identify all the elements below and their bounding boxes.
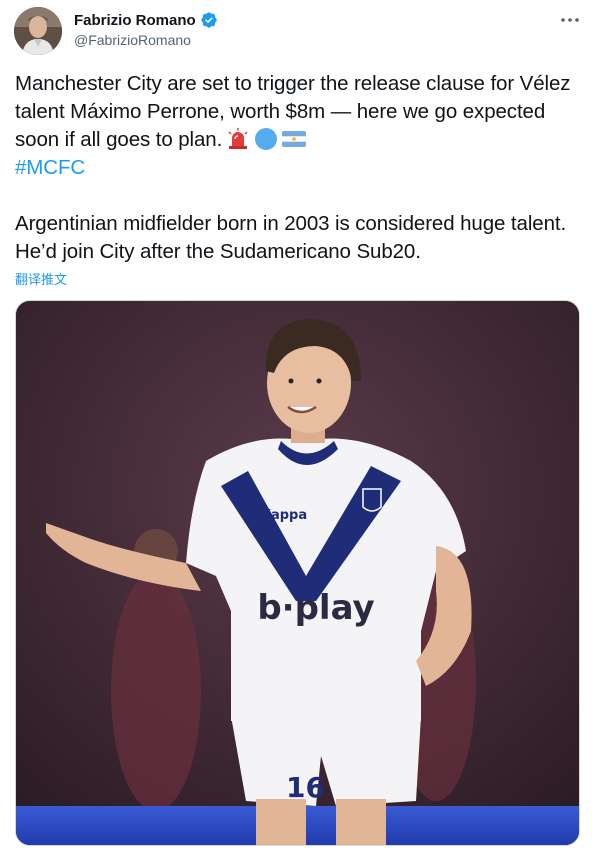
blue-circle-icon [255,128,278,150]
author-name-row: Fabrizio Romano [74,10,218,30]
tweet-card[interactable]: Fabrizio Romano @FabrizioRomano Manchest… [0,0,592,863]
verified-badge-icon [200,12,217,28]
argentina-flag-icon [282,131,307,147]
tweet-paragraph-1: Manchester City are set to trigger the r… [15,70,581,182]
tweet-paragraph-2: Argentinian midfielder born in 2003 is c… [15,212,567,263]
shirt-sponsor-text: b·play [257,588,374,628]
hashtag-mcfc[interactable]: #MCFC [15,156,85,179]
tweet-photo[interactable]: b·play Kappa 16 [15,300,580,846]
avatar[interactable] [14,7,62,55]
translate-tweet-link[interactable]: 翻译推文 [15,269,67,288]
shirt-maker-text: Kappa [261,508,307,523]
author-display-name[interactable]: Fabrizio Romano [74,12,196,29]
more-options-button[interactable] [558,10,582,30]
author-handle[interactable]: @FabrizioRomano [74,32,191,48]
tweet-body: Manchester City are set to trigger the r… [15,70,581,266]
police-light-icon [228,128,248,149]
more-dots-icon [561,18,579,22]
